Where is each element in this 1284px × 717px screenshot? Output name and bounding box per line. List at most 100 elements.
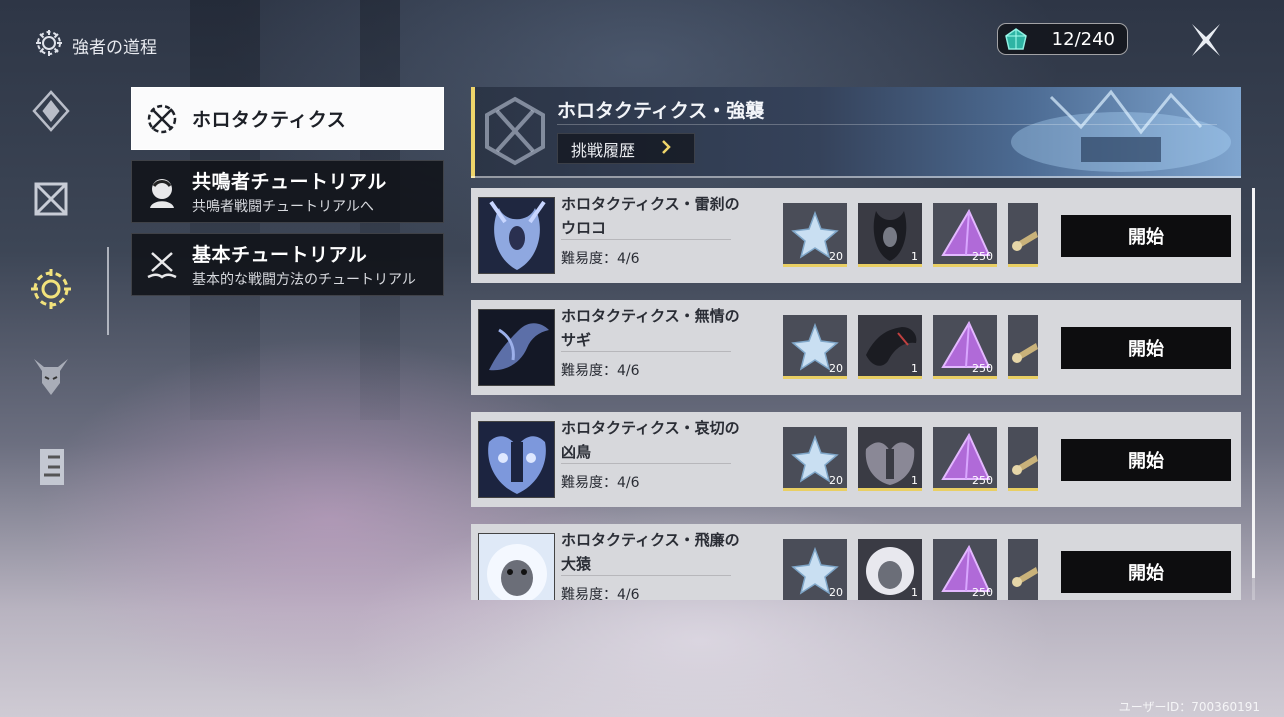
challenge-row: ホロタクティクス・無情の サギ 難易度：4/6 20 1 250 開始 [471,300,1241,395]
rail-item-banner[interactable] [28,446,74,492]
start-button-label: 開始 [1128,339,1164,360]
holo-tactics-icon [132,88,192,149]
reward-slot[interactable] [1008,427,1038,491]
reward-slot[interactable]: 20 [783,427,847,491]
name-divider [561,575,731,576]
challenge-name-line1: ホロタクティクス・無情の [561,307,740,325]
challenge-history-label: 挑戦履歴 [571,140,636,160]
currency-value: 12/240 [1051,28,1115,50]
book-swords-icon [132,234,192,295]
banner-rule [557,124,1217,125]
name-divider [561,351,731,352]
category-basic-tutorial[interactable]: 基本チュートリアル 基本的な戦闘方法のチュートリアル [131,233,444,296]
challenge-name-line1: ホロタクティクス・雷刹の [561,195,740,213]
close-button[interactable] [1186,20,1226,60]
rail-item-gear-active[interactable] [28,268,74,314]
start-button[interactable]: 開始 [1061,215,1231,257]
name-divider [561,239,731,240]
challenge-name-line1: ホロタクティクス・哀切の [561,419,740,437]
holo-tactics-emblem-icon [485,96,545,166]
challenge-name: ホロタクティクス・哀切の 凶鳥 [561,416,751,464]
rail-item-demon[interactable] [28,356,74,402]
banner-title: ホロタクティクス・強襲 [557,100,765,122]
rail-divider [107,247,109,335]
difficulty-label: 難易度：4/6 [561,475,640,491]
currency-counter: 12/240 [997,23,1128,55]
reward-slot[interactable]: 20 [783,203,847,267]
name-divider [561,463,731,464]
start-button[interactable]: 開始 [1061,551,1231,593]
reward-list: 20 1 250 [783,427,1051,493]
reward-qty: 250 [972,362,993,375]
challenge-row: ホロタクティクス・哀切の 凶鳥 難易度：4/6 20 1 250 開始 [471,412,1241,507]
challenge-history-button[interactable]: 挑戦履歴 [557,133,695,164]
reward-slot[interactable]: 1 [858,427,922,491]
boss-portrait [478,309,555,386]
reward-list: 20 1 250 [783,315,1051,381]
difficulty-label: 難易度：4/6 [561,251,640,267]
reward-slot[interactable] [1008,539,1038,600]
diamond-star-icon [32,90,70,136]
reward-qty: 20 [829,474,843,487]
challenge-list[interactable]: ホロタクティクス・雷刹の ウロコ 難易度：4/6 20 1 250 開始 ホロタ… [471,188,1241,600]
boss-portrait [478,197,555,274]
reward-slot[interactable]: 1 [858,203,922,267]
reward-slot[interactable] [1008,315,1038,379]
boss-portrait [478,533,555,600]
reward-qty: 1 [911,250,918,263]
rail-item-blades[interactable] [28,178,74,224]
start-button-label: 開始 [1128,451,1164,472]
challenge-name-line2: ウロコ [561,219,607,237]
start-button[interactable]: 開始 [1061,439,1231,481]
challenge-name: ホロタクティクス・雷刹の ウロコ [561,192,751,240]
category-title: 基本チュートリアル [192,244,368,266]
challenge-list-scrollbar[interactable] [1252,188,1255,600]
category-title: 共鳴者チュートリアル [192,171,387,193]
reward-slot[interactable]: 250 [933,427,997,491]
resonator-portrait-icon [132,161,192,222]
banner-underline [471,176,1241,178]
reward-slot[interactable]: 250 [933,203,997,267]
reward-qty: 250 [972,474,993,487]
reward-slot[interactable] [1008,203,1038,267]
gear-sun-icon [34,28,64,62]
reward-qty: 1 [911,586,918,599]
challenge-name: ホロタクティクス・飛廉の 大猿 [561,528,751,576]
scroll-icon [1012,455,1038,475]
reward-qty: 20 [829,250,843,263]
banner-scene-art [1011,89,1231,172]
mode-title: 強者の道程 [34,28,157,62]
banner-flag-icon [34,447,68,491]
gear-sun-icon [29,267,73,315]
category-subtitle: 基本的な戦闘方法のチュートリアル [192,272,416,288]
start-button[interactable]: 開始 [1061,327,1231,369]
difficulty-label: 難易度：4/6 [561,587,640,600]
reward-qty: 20 [829,586,843,599]
scroll-icon [1012,231,1038,251]
crossed-blades-icon [32,180,70,222]
reward-slot[interactable]: 250 [933,315,997,379]
banner-accent [471,87,475,178]
category-resonator-tutorial[interactable]: 共鳴者チュートリアル 共鳴者戦闘チュートリアルへ [131,160,444,223]
scroll-icon [1012,343,1038,363]
challenge-name-line1: ホロタクティクス・飛廉の [561,531,740,549]
reward-slot[interactable]: 1 [858,539,922,600]
difficulty-label: 難易度：4/6 [561,363,640,379]
reward-qty: 250 [972,250,993,263]
reward-list: 20 1 250 [783,539,1051,600]
scrollbar-thumb[interactable] [1252,188,1255,578]
challenge-name-line2: 凶鳥 [561,443,592,461]
user-id: ユーザーID：700360191 [1118,700,1260,714]
rail-item-diamond[interactable] [28,90,74,136]
reward-slot[interactable]: 20 [783,539,847,600]
challenge-row: ホロタクティクス・雷刹の ウロコ 難易度：4/6 20 1 250 開始 [471,188,1241,283]
reward-qty: 250 [972,586,993,599]
reward-slot[interactable]: 20 [783,315,847,379]
category-holo-tactics[interactable]: ホロタクティクス [131,87,444,150]
reward-slot[interactable]: 250 [933,539,997,600]
close-icon [1192,24,1220,56]
reward-slot[interactable]: 1 [858,315,922,379]
reward-qty: 1 [911,474,918,487]
scroll-icon [1012,567,1038,587]
reward-qty: 1 [911,362,918,375]
